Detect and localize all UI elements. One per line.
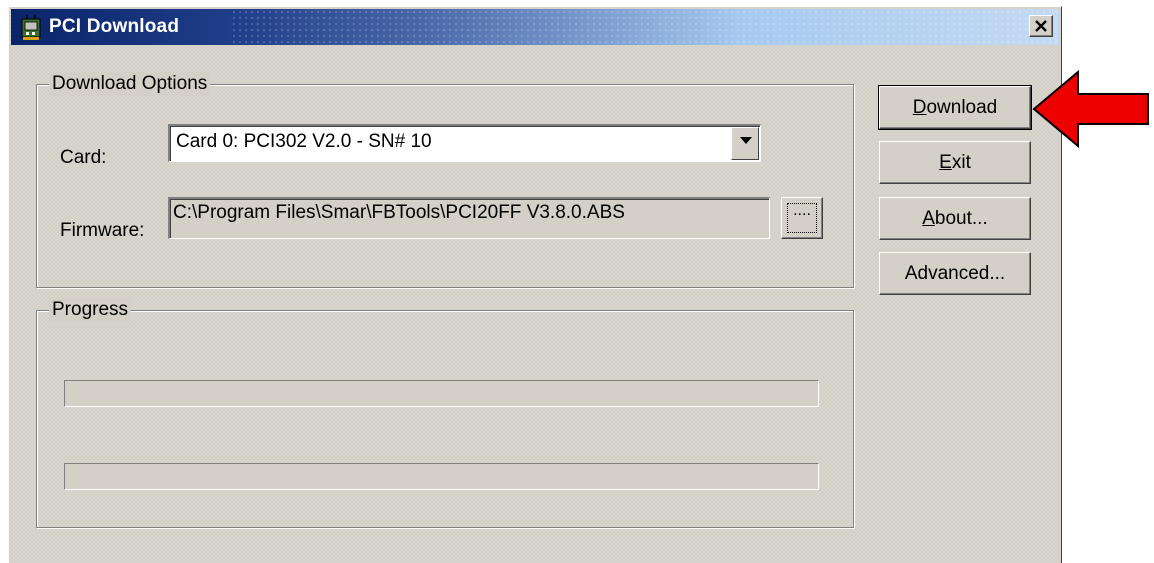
title-bar-texture	[231, 9, 1059, 45]
window-title: PCI Download	[49, 16, 180, 37]
progress-legend: Progress	[49, 298, 132, 322]
progress-bar-2	[64, 463, 819, 490]
close-icon	[1035, 20, 1047, 32]
exit-button-label: xit	[951, 152, 971, 173]
exit-button[interactable]: Exit	[879, 141, 1031, 184]
progress-bar-1	[64, 380, 819, 407]
pci-download-window: PCI Download Download Options Card: Card…	[8, 6, 1062, 563]
progress-group: Progress	[36, 298, 854, 528]
advanced-button[interactable]: Advanced...	[879, 252, 1031, 295]
download-button-mnemonic: D	[912, 97, 927, 118]
browse-button[interactable]: ....	[781, 197, 823, 239]
close-button[interactable]	[1029, 15, 1053, 37]
title-bar[interactable]: PCI Download	[11, 9, 1059, 45]
card-select[interactable]: Card 0: PCI302 V2.0 - SN# 10	[168, 124, 761, 162]
card-label: Card:	[60, 147, 107, 168]
about-button-mnemonic: A	[922, 208, 935, 229]
download-options-legend: Download Options	[49, 72, 211, 96]
download-button-label: ownload	[926, 97, 998, 118]
firmware-path-value: C:\Program Files\Smar\FBTools\PCI20FF V3…	[173, 202, 625, 223]
card-select-value: Card 0: PCI302 V2.0 - SN# 10	[176, 131, 432, 152]
browse-focus-rect: ....	[787, 203, 817, 233]
browse-button-label: ....	[793, 202, 811, 219]
about-button-label: bout...	[934, 208, 988, 229]
download-options-group: Download Options	[36, 72, 854, 288]
card-select-dropdown-button[interactable]	[731, 127, 759, 160]
firmware-path-field[interactable]: C:\Program Files\Smar\FBTools\PCI20FF V3…	[168, 197, 770, 239]
about-button[interactable]: About...	[879, 197, 1031, 240]
exit-button-mnemonic: E	[939, 152, 952, 173]
chevron-down-icon	[740, 137, 752, 144]
pci-card-icon[interactable]	[19, 15, 43, 41]
advanced-button-label: Advanced...	[904, 263, 1006, 284]
red-arrow-icon	[1032, 70, 1149, 148]
firmware-label: Firmware:	[60, 220, 145, 241]
download-button[interactable]: Download	[878, 85, 1032, 130]
